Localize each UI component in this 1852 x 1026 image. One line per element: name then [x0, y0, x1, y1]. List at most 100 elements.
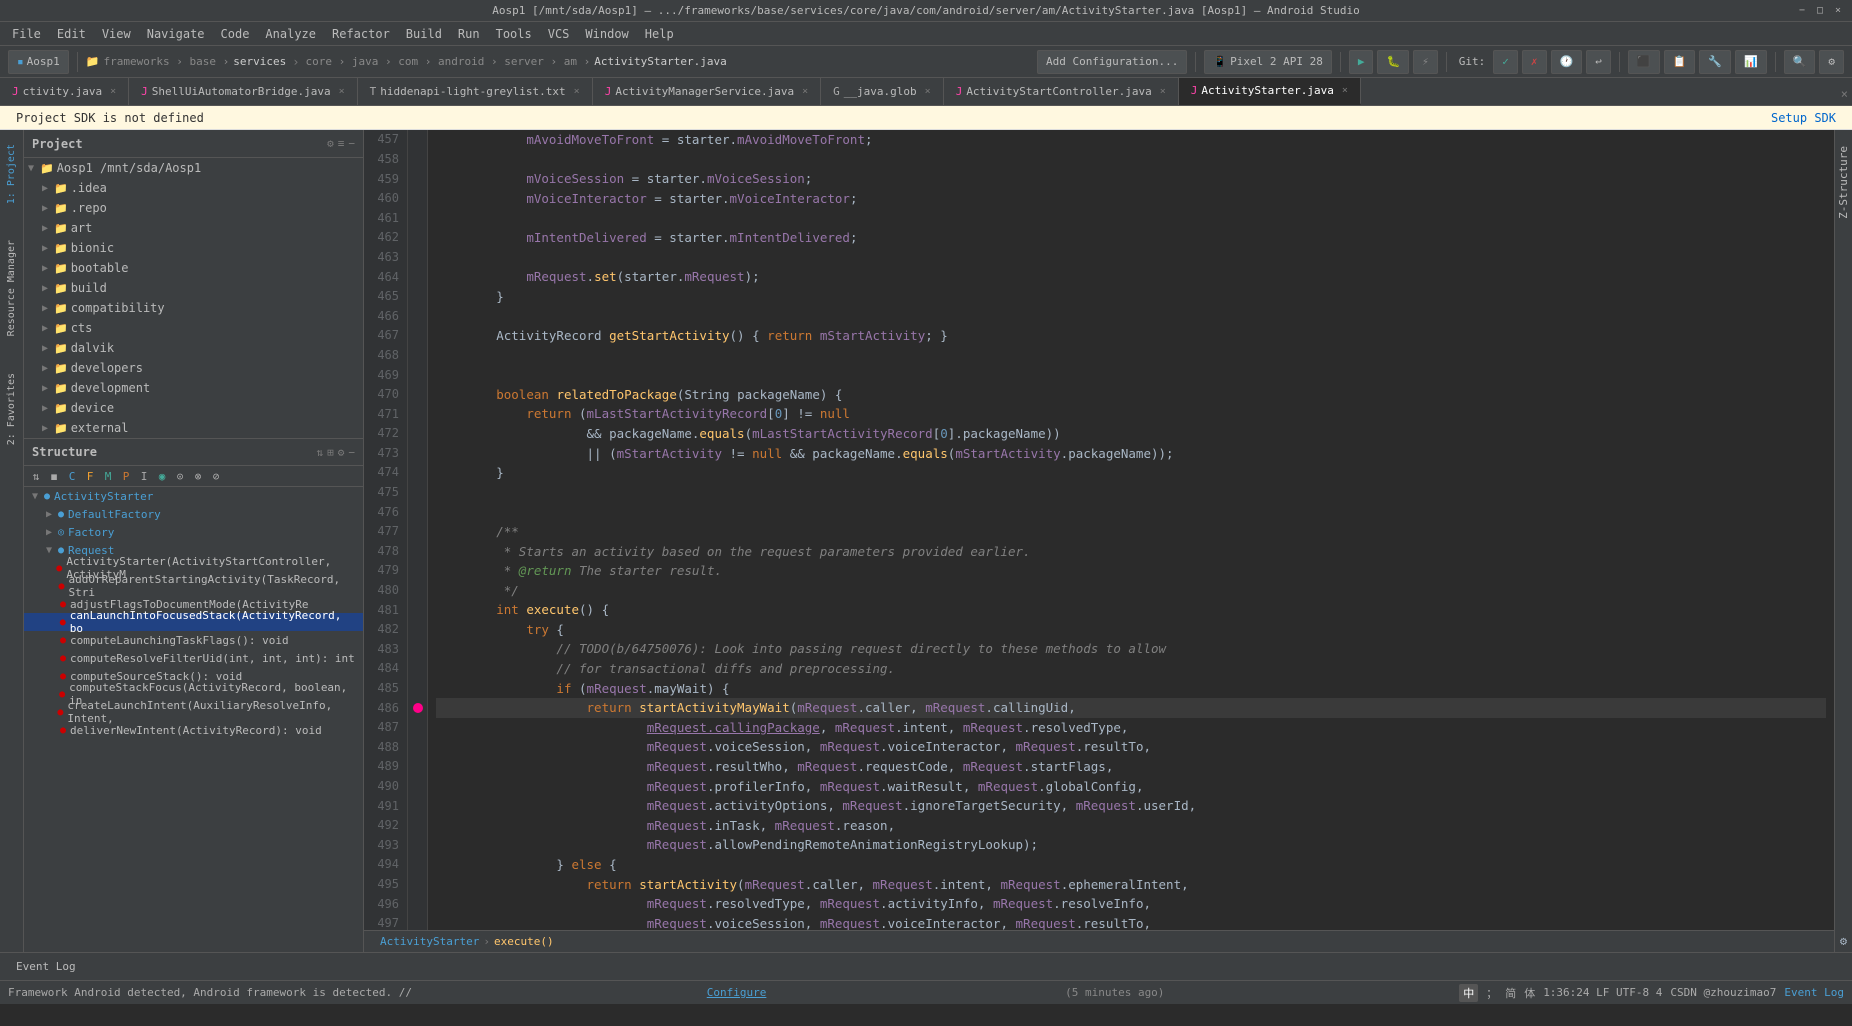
run-button[interactable]: ▶ [1349, 50, 1374, 74]
structure-settings-icon[interactable]: ⚙ [338, 446, 345, 459]
tab-shell[interactable]: J ShellUiAutomatorBridge.java × [129, 78, 357, 105]
struct-icon-c[interactable]: C [64, 468, 80, 484]
git-check[interactable]: ✓ [1493, 50, 1518, 74]
ime-icon-3[interactable]: 体 [1524, 985, 1535, 1001]
toolbar-icon-4[interactable]: 📊 [1735, 50, 1767, 74]
tab-asc[interactable]: J ActivityStartController.java × [944, 78, 1179, 105]
tab-close-glob[interactable]: × [925, 86, 931, 97]
project-selector[interactable]: ▪ Aosp1 [8, 50, 69, 74]
menu-analyze[interactable]: Analyze [257, 22, 324, 45]
minimize-panel-icon[interactable]: − [348, 137, 355, 150]
menu-view[interactable]: View [94, 22, 139, 45]
breadcrumb-method[interactable]: execute() [494, 935, 554, 948]
menu-refactor[interactable]: Refactor [324, 22, 398, 45]
struct-icon-priv[interactable]: ⊙ [172, 468, 188, 484]
struct-icon-f[interactable]: F [82, 468, 98, 484]
left-tab-project[interactable]: 1: Project [4, 138, 19, 210]
struct-item-activitystarter[interactable]: ▼ ● ActivityStarter [24, 487, 363, 505]
tree-device[interactable]: ▶ 📁 device [24, 398, 363, 418]
tab-hiddenapi[interactable]: T hiddenapi-light-greylist.txt × [358, 78, 593, 105]
configure-link[interactable]: Configure [707, 986, 767, 999]
struct-icon-inh[interactable]: ⊗ [190, 468, 206, 484]
minimize-button[interactable]: − [1796, 5, 1808, 17]
menu-vcs[interactable]: VCS [540, 22, 578, 45]
tree-compatibility[interactable]: ▶ 📁 compatibility [24, 298, 363, 318]
tree-build[interactable]: ▶ 📁 build [24, 278, 363, 298]
tree-bionic[interactable]: ▶ 📁 bionic [24, 238, 363, 258]
tab-activity-starter[interactable]: J ActivityStarter.java × [1179, 78, 1361, 105]
structure-sort-icon[interactable]: ⇅ [317, 446, 324, 459]
menu-file[interactable]: File [4, 22, 49, 45]
tab-close-hiddenapi[interactable]: × [574, 86, 580, 97]
sync-icon[interactable]: ⚙ [327, 137, 334, 150]
tree-idea[interactable]: ▶ 📁 .idea [24, 178, 363, 198]
menu-code[interactable]: Code [213, 22, 258, 45]
event-log-badge[interactable]: Event Log [1784, 986, 1844, 999]
struct-item-delivernew[interactable]: ● deliverNewIntent(ActivityRecord): void [24, 721, 363, 739]
structure-expand-icon[interactable]: ⊞ [327, 446, 334, 459]
tab-close-asc[interactable]: × [1160, 86, 1166, 97]
settings-gear[interactable]: ⚙ [1819, 50, 1844, 74]
menu-tools[interactable]: Tools [488, 22, 540, 45]
tab-ctivity[interactable]: J ctivity.java × [0, 78, 129, 105]
right-tab-structure[interactable]: Z-Structure [1835, 138, 1852, 227]
struct-item-canlaunch[interactable]: ● canLaunchIntoFocusedStack(ActivityReco… [24, 613, 363, 631]
struct-icon-1[interactable]: ⇅ [28, 468, 44, 484]
tree-cts[interactable]: ▶ 📁 cts [24, 318, 363, 338]
search-button[interactable]: 🔍 [1784, 50, 1816, 74]
maximize-button[interactable]: □ [1814, 5, 1826, 17]
device-selector[interactable]: 📱Pixel 2 API 28 [1204, 50, 1331, 74]
struct-icon-anon[interactable]: ⊘ [208, 468, 224, 484]
struct-icon-i[interactable]: I [136, 468, 152, 484]
menu-window[interactable]: Window [577, 22, 636, 45]
tab-ams[interactable]: J ActivityManagerService.java × [593, 78, 821, 105]
tree-developers[interactable]: ▶ 📁 developers [24, 358, 363, 378]
tab-glob[interactable]: G __java.glob × [821, 78, 944, 105]
tab-close-ctivity[interactable]: × [110, 86, 116, 97]
tree-bootable[interactable]: ▶ 📁 bootable [24, 258, 363, 278]
close-editor-button[interactable]: × [1837, 83, 1852, 105]
tree-repo[interactable]: ▶ 📁 .repo [24, 198, 363, 218]
toolbar-icon-1[interactable]: ⬛ [1628, 50, 1660, 74]
left-tab-favorites[interactable]: 2: Favorites [4, 367, 19, 451]
structure-minimize-icon[interactable]: − [348, 446, 355, 459]
debug-button[interactable]: 🐛 [1377, 50, 1409, 74]
menu-edit[interactable]: Edit [49, 22, 94, 45]
code-text[interactable]: mAvoidMoveToFront = starter.mAvoidMoveTo… [428, 130, 1834, 930]
add-configuration-button[interactable]: Add Configuration... [1037, 50, 1187, 74]
tree-development[interactable]: ▶ 📁 development [24, 378, 363, 398]
menu-help[interactable]: Help [637, 22, 682, 45]
tree-root[interactable]: ▼ 📁 Aosp1 /mnt/sda/Aosp1 [24, 158, 363, 178]
layout-icon[interactable]: ≡ [338, 137, 345, 150]
tab-close-shell[interactable]: × [339, 86, 345, 97]
struct-item-computeresolve[interactable]: ● computeResolveFilterUid(int, int, int)… [24, 649, 363, 667]
git-undo[interactable]: ↩ [1586, 50, 1611, 74]
git-x[interactable]: ✗ [1522, 50, 1547, 74]
ime-icon-2[interactable]: 简 [1505, 985, 1516, 1001]
toolbar-icon-3[interactable]: 🔧 [1699, 50, 1731, 74]
left-tab-resource[interactable]: Resource Manager [4, 234, 19, 342]
toolbar-icon-2[interactable]: 📋 [1664, 50, 1696, 74]
git-clock[interactable]: 🕐 [1551, 50, 1583, 74]
struct-icon-p[interactable]: P [118, 468, 134, 484]
struct-item-addorreparent[interactable]: ● addOrReparentStartingActivity(TaskReco… [24, 577, 363, 595]
struct-icon-m[interactable]: M [100, 468, 116, 484]
bottom-tab-eventlog[interactable]: Event Log [8, 958, 84, 975]
menu-run[interactable]: Run [450, 22, 488, 45]
breadcrumb-frameworks[interactable]: 📁 [86, 55, 100, 68]
tree-external[interactable]: ▶ 📁 external [24, 418, 363, 438]
breadcrumb-class[interactable]: ActivityStarter [380, 935, 479, 948]
setup-sdk-link[interactable]: Setup SDK [1771, 111, 1836, 125]
tab-close-as[interactable]: × [1342, 85, 1348, 96]
chinese-input-indicator[interactable]: 中 [1459, 984, 1478, 1002]
tab-close-ams[interactable]: × [802, 86, 808, 97]
code-content-area[interactable]: 457 458 459 460 461 462 463 464 465 466 … [364, 130, 1834, 930]
menu-navigate[interactable]: Navigate [139, 22, 213, 45]
menu-build[interactable]: Build [398, 22, 450, 45]
struct-item-createlaunch[interactable]: ● createLaunchIntent(AuxiliaryResolveInf… [24, 703, 363, 721]
profile-button[interactable]: ⚡ [1413, 50, 1438, 74]
struct-item-factory[interactable]: ▶ ◎ Factory [24, 523, 363, 541]
tree-dalvik[interactable]: ▶ 📁 dalvik [24, 338, 363, 358]
close-button[interactable]: × [1832, 5, 1844, 17]
struct-icon-2[interactable]: ◼ [46, 468, 62, 484]
